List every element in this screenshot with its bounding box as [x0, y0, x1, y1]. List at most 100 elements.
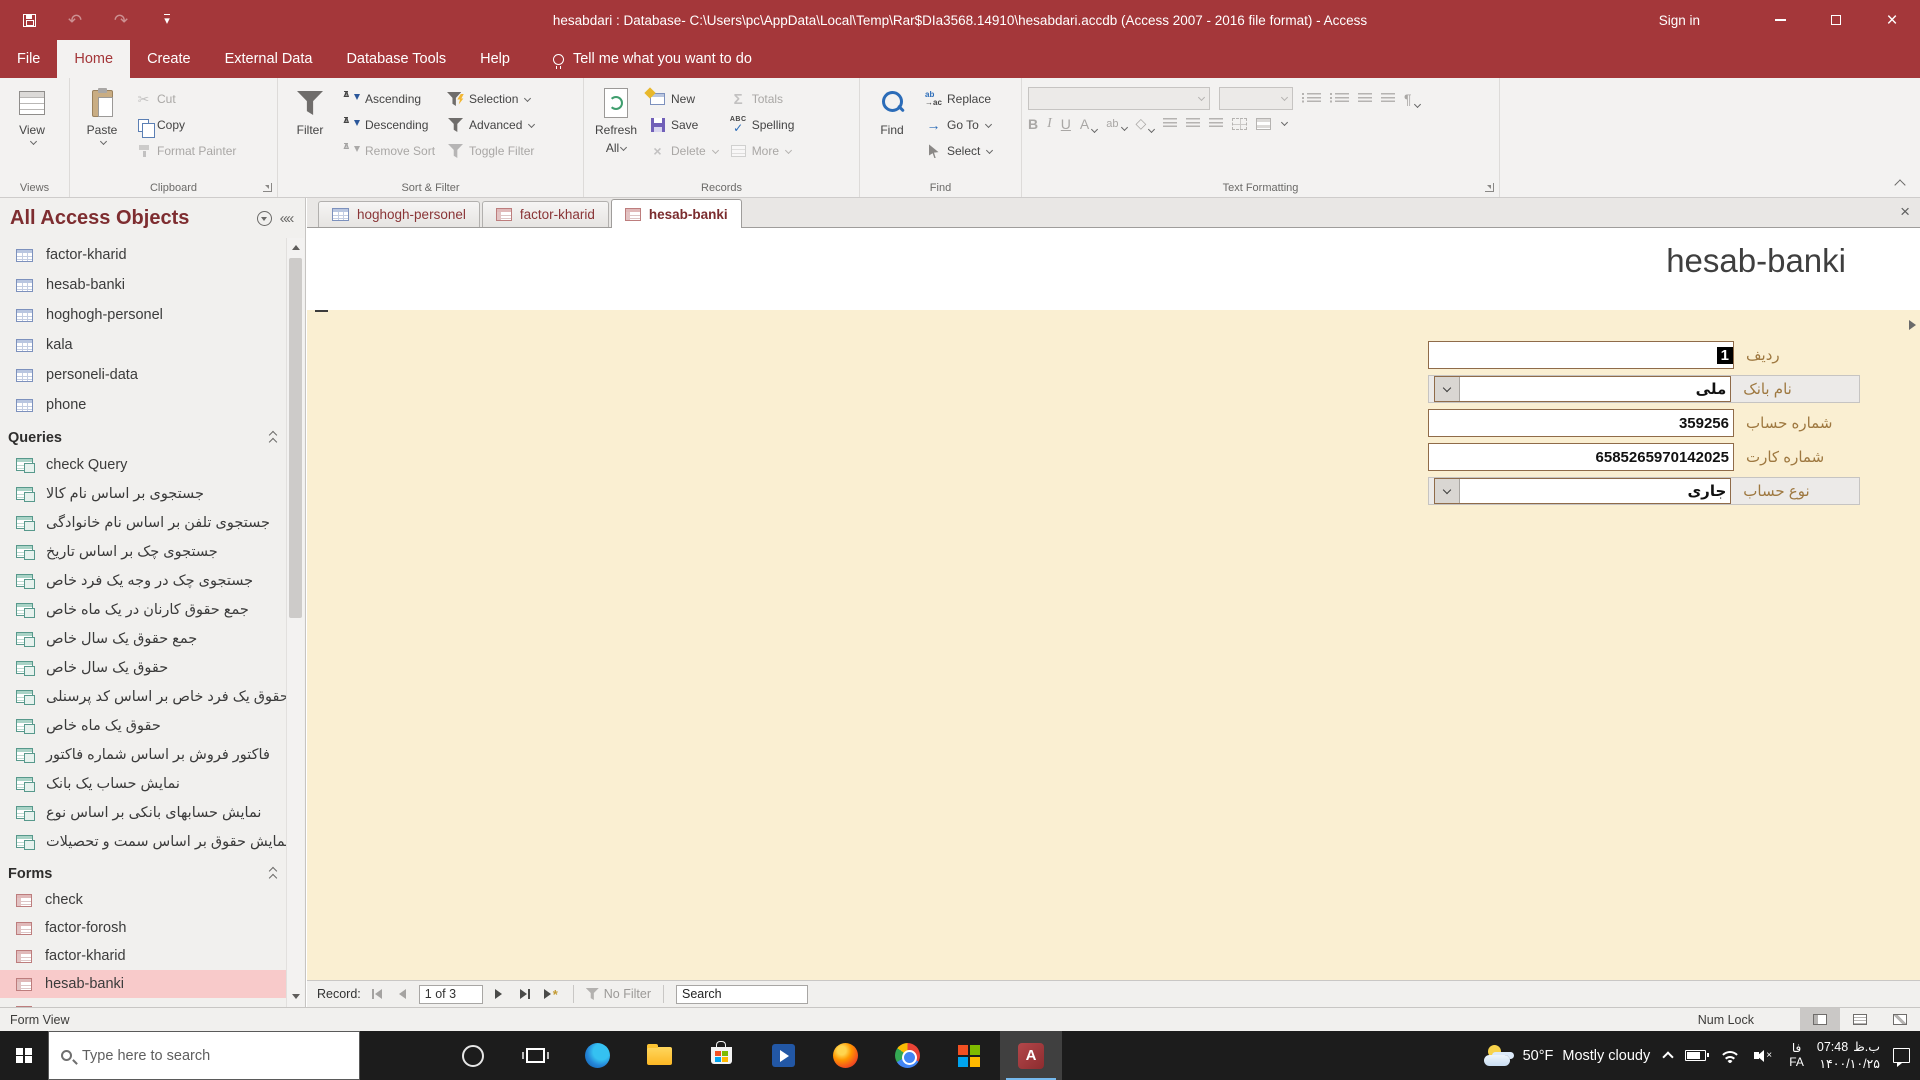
bullets-icon[interactable]: [1302, 93, 1321, 104]
increase-indent-icon[interactable]: [1381, 93, 1395, 104]
descending-button[interactable]: ZA Descending: [338, 113, 440, 137]
cut-button[interactable]: ✂ Cut: [130, 87, 241, 111]
form-field-input[interactable]: 359256: [1428, 409, 1734, 437]
font-size-combo[interactable]: [1219, 87, 1293, 110]
nav-shutter-button[interactable]: ««: [275, 207, 297, 229]
nav-table-item[interactable]: hoghogh-personel: [0, 300, 286, 330]
form-view-button[interactable]: [1800, 1007, 1840, 1032]
gridlines-icon[interactable]: [1232, 117, 1248, 130]
nav-query-item[interactable]: نمایش حسابهای بانکی بر اساس نوع: [0, 798, 286, 827]
nav-table-item[interactable]: phone: [0, 390, 286, 420]
replace-button[interactable]: ab →ac Replace: [920, 87, 997, 111]
nav-form-item[interactable]: factor-kharid: [0, 942, 286, 970]
doc-tab-hoghogh-personel[interactable]: hoghogh-personel: [318, 201, 480, 227]
paste-button[interactable]: Paste: [76, 83, 128, 147]
nav-query-item[interactable]: جمع حقوق کارنان در یک ماه خاص: [0, 595, 286, 624]
nav-scrollbar[interactable]: [286, 238, 304, 1007]
cortana-button[interactable]: [442, 1031, 504, 1080]
access-button[interactable]: A: [1000, 1031, 1062, 1080]
format-painter-button[interactable]: Format Painter: [130, 139, 241, 163]
view-button[interactable]: View: [6, 83, 58, 147]
nav-table-item[interactable]: kala: [0, 330, 286, 360]
go-to-button[interactable]: → Go To: [920, 113, 997, 137]
file-explorer-button[interactable]: [628, 1031, 690, 1080]
nav-menu-button[interactable]: [253, 207, 275, 229]
ascending-button[interactable]: AZ Ascending: [338, 87, 440, 111]
store-button[interactable]: [690, 1031, 752, 1080]
new-record-button[interactable]: New: [644, 87, 723, 111]
nav-query-item[interactable]: جمع حقوق یک سال خاص: [0, 624, 286, 653]
save-record-button[interactable]: Save: [644, 113, 723, 137]
underline-button[interactable]: U: [1061, 116, 1071, 132]
advanced-button[interactable]: Advanced: [442, 113, 539, 137]
customize-qat-button[interactable]: ▾: [156, 9, 178, 31]
nav-query-item[interactable]: حقوق یک فرد خاص بر اساس کد پرسنلی: [0, 682, 289, 711]
spelling-button[interactable]: ABC ✓ Spelling: [725, 113, 800, 137]
select-button[interactable]: Select: [920, 139, 997, 163]
background-fill-button[interactable]: ◇: [1136, 115, 1156, 134]
italic-button[interactable]: I: [1047, 116, 1052, 132]
bold-button[interactable]: B: [1028, 116, 1038, 132]
refresh-all-button[interactable]: Refresh All: [590, 83, 642, 159]
tab-create[interactable]: Create: [130, 40, 208, 78]
close-button[interactable]: ×: [1864, 0, 1920, 40]
wifi-icon[interactable]: [1719, 1048, 1742, 1064]
battery-icon[interactable]: [1685, 1050, 1710, 1061]
combo-dropdown-button[interactable]: [1435, 377, 1460, 401]
next-record-button[interactable]: [489, 985, 509, 1004]
nav-table-item[interactable]: hesab-banki: [0, 270, 286, 300]
nav-query-item[interactable]: حقوق یک ماه خاص: [0, 711, 286, 740]
delete-record-button[interactable]: × Delete: [644, 139, 723, 163]
form-field-input[interactable]: ملی: [1434, 376, 1732, 402]
minimize-button[interactable]: [1752, 0, 1808, 40]
tab-database-tools[interactable]: Database Tools: [329, 40, 463, 78]
last-record-button[interactable]: [515, 985, 535, 1004]
filter-button[interactable]: Filter: [284, 83, 336, 141]
more-button[interactable]: More: [725, 139, 800, 163]
tab-home[interactable]: Home: [57, 40, 131, 78]
nav-form-item[interactable]: check: [0, 886, 286, 914]
clock[interactable]: 07:48 ب.ظ ۱۴۰۰/۱۰/۲۵: [1817, 1039, 1880, 1072]
text-direction-button[interactable]: ¶: [1404, 91, 1421, 108]
tab-help[interactable]: Help: [463, 40, 527, 78]
font-color-button[interactable]: A: [1080, 116, 1099, 133]
no-filter-button[interactable]: No Filter: [585, 987, 651, 1001]
selection-button[interactable]: Selection: [442, 87, 539, 111]
form-field-input[interactable]: 6585265970142025: [1428, 443, 1734, 471]
scrollbar-thumb[interactable]: [289, 258, 302, 618]
scroll-up-icon[interactable]: [287, 238, 304, 256]
copy-button[interactable]: Copy: [130, 113, 241, 138]
record-search-input[interactable]: Search: [676, 984, 809, 1004]
nav-query-item[interactable]: جستجوی تلفن بر اساس نام خانوادگی: [0, 508, 286, 537]
start-button[interactable]: [0, 1031, 48, 1080]
save-button[interactable]: [18, 9, 40, 31]
remove-sort-button[interactable]: AZ Remove Sort: [338, 139, 440, 163]
toggle-filter-button[interactable]: Toggle Filter: [442, 139, 539, 163]
form-field-input[interactable]: جاری: [1434, 478, 1732, 504]
microsoft-app-button[interactable]: [938, 1031, 1000, 1080]
design-view-button[interactable]: [1880, 1008, 1920, 1032]
nav-section-forms[interactable]: Forms: [0, 856, 286, 886]
first-record-button[interactable]: [367, 985, 387, 1004]
nav-form-item[interactable]: factor-forosh: [0, 914, 286, 942]
nav-query-item[interactable]: نمایش حساب یک بانک: [0, 769, 286, 798]
nav-query-item[interactable]: جستجوی بر اساس نام کالا: [0, 479, 286, 508]
nav-table-item[interactable]: personeli-data: [0, 360, 286, 390]
dialog-launcher-icon[interactable]: [1485, 183, 1494, 192]
datasheet-view-button[interactable]: [1840, 1008, 1880, 1032]
nav-query-item[interactable]: جستجوی چک بر اساس تاریخ: [0, 537, 286, 566]
nav-query-item[interactable]: فاکتور فروش بر اساس شماره فاکتور: [0, 740, 286, 769]
new-blank-record-button[interactable]: *: [541, 985, 561, 1004]
weather-widget[interactable]: 50°F Mostly cloudy: [1483, 1044, 1650, 1067]
language-indicator[interactable]: فا FA: [1789, 1041, 1804, 1070]
movies-tv-button[interactable]: [752, 1031, 814, 1080]
numbering-icon[interactable]: [1330, 93, 1349, 104]
find-button[interactable]: Find: [866, 83, 918, 141]
nav-query-item[interactable]: check Query: [0, 450, 286, 479]
volume-muted-icon[interactable]: ×: [1754, 1049, 1776, 1063]
highlight-color-button[interactable]: ab: [1106, 118, 1128, 131]
sign-in-link[interactable]: Sign in: [1659, 13, 1700, 28]
font-family-combo[interactable]: [1028, 87, 1210, 110]
action-center-icon[interactable]: [1893, 1048, 1910, 1067]
nav-query-item[interactable]: حقوق یک سال خاص: [0, 653, 286, 682]
